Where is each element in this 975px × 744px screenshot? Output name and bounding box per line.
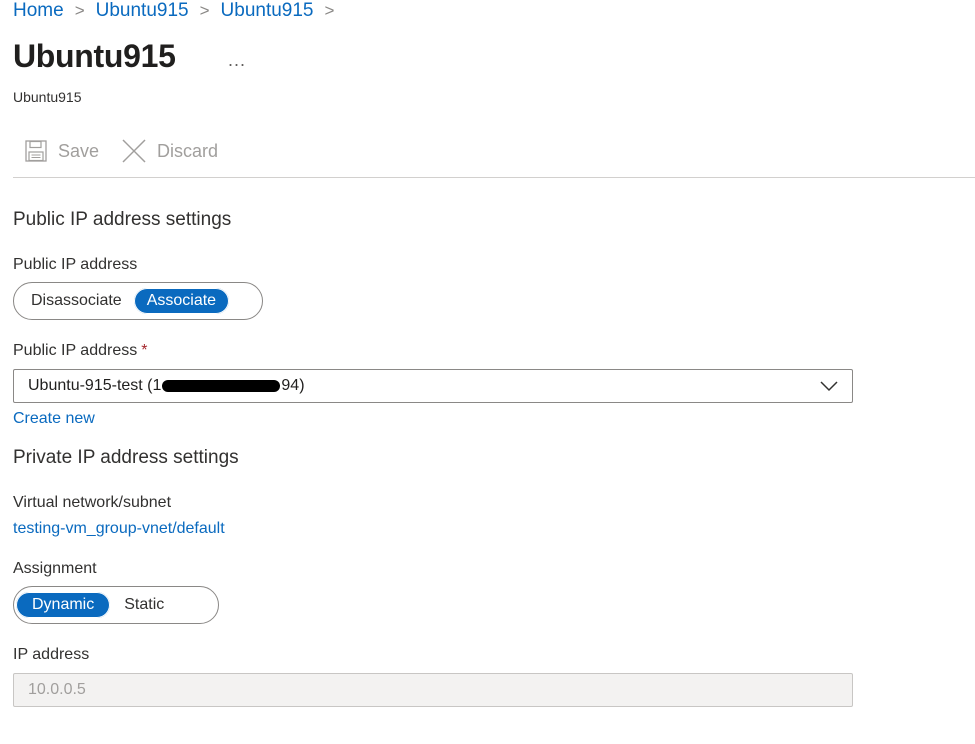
discard-button[interactable]: Discard <box>121 138 218 164</box>
public-ip-dropdown-value-suffix: 94) <box>281 377 305 394</box>
more-options-button[interactable]: ... <box>228 50 246 71</box>
chevron-right-icon: > <box>74 1 85 20</box>
toolbar-divider <box>13 177 975 178</box>
ip-address-field[interactable]: 10.0.0.5 <box>13 673 853 707</box>
public-ip-select-label-text: Public IP address <box>13 342 138 359</box>
discard-label: Discard <box>157 140 219 161</box>
public-ip-toggle-label: Public IP address <box>13 256 138 273</box>
breadcrumb-vm[interactable]: Ubuntu915 <box>96 0 189 22</box>
chevron-right-icon: > <box>199 1 210 20</box>
breadcrumb-nic[interactable]: Ubuntu915 <box>221 0 314 22</box>
save-button[interactable]: Save <box>24 139 99 163</box>
save-label: Save <box>58 140 100 161</box>
chevron-down-icon <box>820 381 838 392</box>
assignment-toggle: Dynamic Static <box>13 586 219 624</box>
breadcrumb: Home > Ubuntu915 > Ubuntu915 > <box>13 0 345 22</box>
disassociate-option[interactable]: Disassociate <box>16 288 134 314</box>
vnet-subnet-link[interactable]: testing-vm_group-vnet/default <box>13 520 225 538</box>
public-ip-dropdown-value-prefix: Ubuntu-915-test (1 <box>28 377 162 394</box>
close-icon <box>122 139 146 163</box>
public-ip-dropdown[interactable]: Ubuntu-915-test (1 94) <box>13 369 853 403</box>
public-ip-association-toggle: Disassociate Associate <box>13 282 263 320</box>
public-ip-select-label: Public IP address * <box>13 342 147 360</box>
command-bar: Save Discard <box>24 136 218 166</box>
vnet-subnet-label: Virtual network/subnet <box>13 494 172 511</box>
private-ip-settings-heading: Private IP address settings <box>13 447 239 468</box>
chevron-right-icon: > <box>324 1 335 20</box>
redaction-mark <box>162 380 281 392</box>
save-icon <box>25 140 47 162</box>
public-ip-settings-heading: Public IP address settings <box>13 209 232 230</box>
required-marker: * <box>141 342 148 359</box>
page-subtitle: Ubuntu915 <box>13 89 82 105</box>
ip-address-label: IP address <box>13 646 90 663</box>
create-new-link[interactable]: Create new <box>13 410 95 428</box>
page-title: Ubuntu915 <box>13 38 176 74</box>
assignment-label: Assignment <box>13 560 97 577</box>
dynamic-option[interactable]: Dynamic <box>16 592 111 618</box>
associate-option[interactable]: Associate <box>133 288 230 314</box>
static-option[interactable]: Static <box>110 592 178 618</box>
breadcrumb-home[interactable]: Home <box>13 0 64 22</box>
